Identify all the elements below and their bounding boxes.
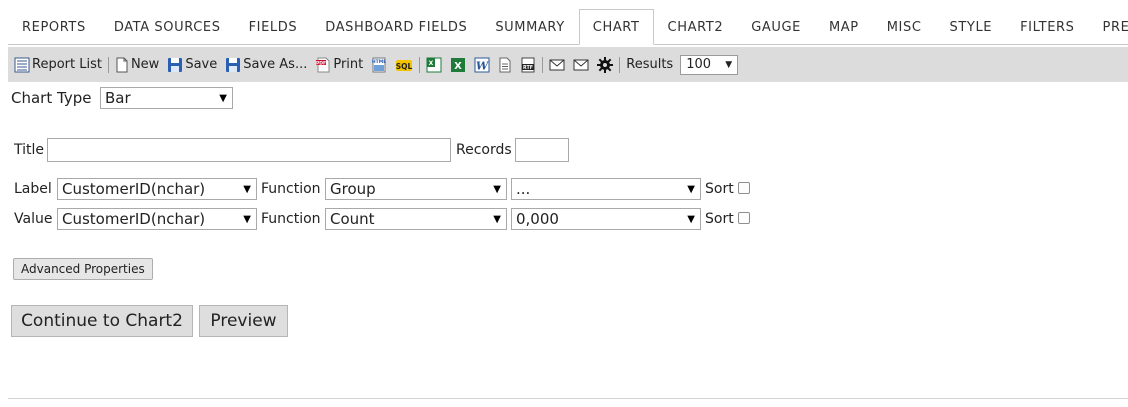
preview-button[interactable]: Preview <box>199 305 288 337</box>
value-field-select[interactable]: CustomerID(nchar) ▼ <box>57 208 257 230</box>
label-sort-checkbox[interactable] <box>738 182 750 194</box>
new-button[interactable]: New <box>115 57 159 73</box>
chevron-down-icon: ▼ <box>687 213 695 225</box>
tab-chart[interactable]: CHART <box>578 9 654 45</box>
tab-gauge[interactable]: GAUGE <box>737 9 815 45</box>
title-input[interactable] <box>47 138 451 162</box>
svg-text:RTF: RTF <box>523 65 533 71</box>
tab-data-sources[interactable]: DATA SOURCES <box>100 9 235 45</box>
new-label: New <box>130 57 160 72</box>
svg-text:SQL: SQL <box>396 62 413 71</box>
toolbar: Report List New Save Save As... PDF Prin… <box>8 47 1128 82</box>
svg-text:X: X <box>454 61 462 72</box>
tab-style[interactable]: STYLE <box>936 9 1007 45</box>
print-label: Print <box>333 57 364 72</box>
tab-reports[interactable]: REPORTS <box>8 9 100 45</box>
tab-map[interactable]: MAP <box>815 9 873 45</box>
email-icon[interactable] <box>573 59 589 71</box>
label-row-label: Label <box>14 181 52 197</box>
label-format-select[interactable]: ... ▼ <box>511 178 701 200</box>
rtf-icon[interactable]: RTF <box>520 57 536 73</box>
toolbar-divider <box>542 56 544 73</box>
value-format-select[interactable]: 0,000 ▼ <box>511 208 701 230</box>
excel-icon[interactable]: X <box>450 57 466 73</box>
value-field-value: CustomerID(nchar) <box>62 210 206 228</box>
tab-chart2[interactable]: CHART2 <box>654 9 738 45</box>
label-sort-label: Sort <box>705 181 734 197</box>
svg-text:HTML: HTML <box>372 59 386 65</box>
label-field-select[interactable]: CustomerID(nchar) ▼ <box>57 178 257 200</box>
chevron-down-icon: ▼ <box>243 213 251 225</box>
tab-preview[interactable]: PREVIEW <box>1089 9 1128 45</box>
tab-misc[interactable]: MISC <box>873 9 936 45</box>
value-function-select[interactable]: Count ▼ <box>325 208 507 230</box>
chevron-down-icon: ▼ <box>725 59 733 70</box>
text-file-icon[interactable] <box>498 57 512 73</box>
report-list-icon <box>14 57 30 73</box>
label-format-value: ... <box>516 180 531 198</box>
label-field-value: CustomerID(nchar) <box>62 180 206 198</box>
svg-text:X: X <box>429 60 434 67</box>
records-input[interactable] <box>515 138 569 162</box>
new-document-icon <box>115 57 129 73</box>
html-export-icon[interactable]: HTML <box>371 57 387 73</box>
tab-filters[interactable]: FILTERS <box>1006 9 1088 45</box>
bottom-divider <box>8 398 1128 399</box>
svg-text:W: W <box>476 59 490 72</box>
svg-text:PDF: PDF <box>316 60 326 66</box>
continue-to-chart2-button[interactable]: Continue to Chart2 <box>11 305 193 337</box>
records-label: Records <box>456 142 512 158</box>
chevron-down-icon: ▼ <box>687 183 695 195</box>
report-list-button[interactable]: Report List <box>14 57 102 73</box>
value-function-value: Count <box>330 210 375 228</box>
value-format-value: 0,000 <box>516 210 559 228</box>
results-value: 100 <box>686 57 712 72</box>
tab-dashboard-fields[interactable]: DASHBOARD FIELDS <box>311 9 481 45</box>
save-label: Save <box>185 57 218 72</box>
results-select[interactable]: 100 ▼ <box>680 54 739 75</box>
toolbar-divider <box>107 56 109 73</box>
chevron-down-icon: ▼ <box>493 183 501 195</box>
chart-type-value: Bar <box>105 89 131 107</box>
label-function-value: Group <box>330 180 376 198</box>
title-label: Title <box>14 142 45 158</box>
gear-icon[interactable] <box>597 56 614 73</box>
value-sort-label: Sort <box>705 211 734 227</box>
save-as-button[interactable]: Save As... <box>225 57 307 73</box>
value-function-label: Function <box>261 211 321 227</box>
toolbar-divider <box>619 56 621 73</box>
floppy-disk-icon <box>225 57 241 73</box>
results-label: Results <box>626 57 674 72</box>
sql-icon[interactable]: SQL <box>395 57 413 73</box>
floppy-disk-icon <box>167 57 183 73</box>
email-icon[interactable] <box>549 59 565 71</box>
advanced-properties-button[interactable]: Advanced Properties <box>13 258 153 280</box>
chevron-down-icon: ▼ <box>219 92 227 104</box>
value-row-label: Value <box>14 211 53 227</box>
tab-summary[interactable]: SUMMARY <box>481 9 578 45</box>
label-function-label: Function <box>261 181 321 197</box>
tab-bar: REPORTS DATA SOURCES FIELDS DASHBOARD FI… <box>8 9 1128 45</box>
chevron-down-icon: ▼ <box>243 183 251 195</box>
save-button[interactable]: Save <box>167 57 217 73</box>
label-function-select[interactable]: Group ▼ <box>325 178 507 200</box>
report-list-label: Report List <box>32 57 102 72</box>
word-icon[interactable]: W <box>474 57 490 73</box>
chart-type-select[interactable]: Bar ▼ <box>100 87 233 109</box>
tab-fields[interactable]: FIELDS <box>235 9 312 45</box>
excel-export-icon[interactable]: X <box>426 57 442 73</box>
print-button[interactable]: PDF Print <box>315 57 363 73</box>
pdf-icon: PDF <box>315 57 331 73</box>
value-sort-checkbox[interactable] <box>738 212 750 224</box>
chart-type-label: Chart Type <box>11 89 92 107</box>
toolbar-divider <box>419 56 421 73</box>
chevron-down-icon: ▼ <box>493 213 501 225</box>
save-as-label: Save As... <box>243 57 308 72</box>
